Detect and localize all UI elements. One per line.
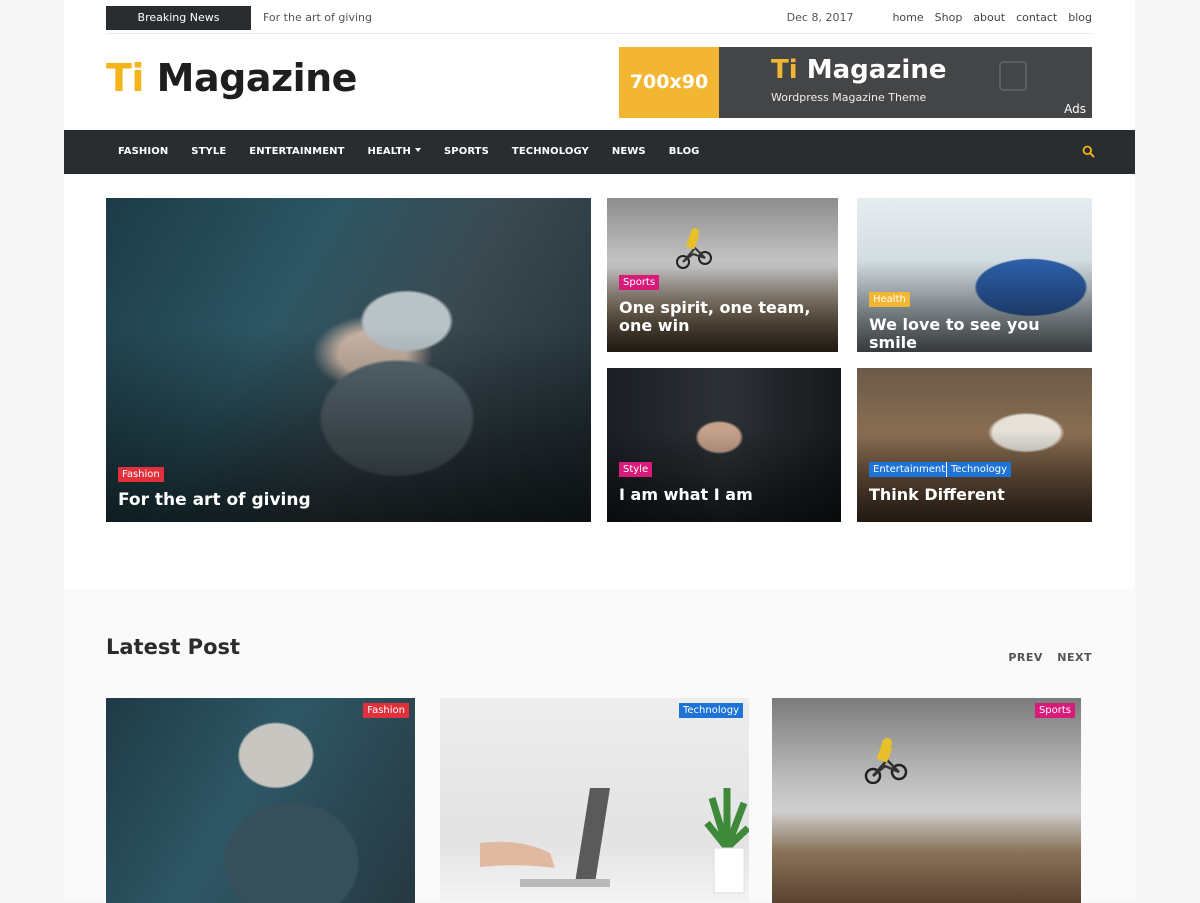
ad-brand-ti: Ti (771, 55, 798, 85)
featured-sports-title[interactable]: One spirit, one team, one win (619, 299, 831, 335)
ad-size-label: 700x90 (619, 47, 719, 118)
main-nav: FASHION STYLE ENTERTAINMENT HEALTH SPORT… (64, 130, 1135, 174)
featured-style-post[interactable]: Style I am what I am (607, 368, 841, 522)
ad-tagline: Wordpress Magazine Theme (771, 91, 927, 104)
ad-banner[interactable]: 700x90 Ti Magazine Wordpress Magazine Th… (619, 47, 1092, 118)
top-link-about[interactable]: about (973, 6, 1005, 30)
search-icon[interactable] (1082, 145, 1095, 158)
logo-name: Magazine (143, 56, 358, 100)
page: Breaking News For the art of giving Dec … (64, 0, 1135, 903)
featured-sports-post[interactable]: Sports One spirit, one team, one win (607, 198, 838, 352)
nav-item-fashion[interactable]: FASHION (118, 130, 168, 174)
post-card[interactable]: Sports (772, 698, 1081, 903)
next-button[interactable]: NEXT (1057, 651, 1092, 664)
section-heading: Latest Post (106, 635, 241, 659)
top-link-blog[interactable]: blog (1068, 6, 1092, 30)
category-badge-sports[interactable]: Sports (619, 275, 660, 290)
post-card[interactable]: Technology (440, 698, 749, 903)
category-badge-fashion[interactable]: Fashion (363, 703, 409, 718)
top-bar: Breaking News For the art of giving Dec … (106, 6, 1092, 34)
featured-think-post[interactable]: Entertainment Technology Think Different (857, 368, 1092, 522)
latest-post-section: Latest Post PREV NEXT Fashion Technology (64, 589, 1135, 903)
ad-decoration-icon (999, 61, 1027, 91)
pager: PREV NEXT (998, 651, 1092, 664)
featured-style-title[interactable]: I am what I am (619, 486, 753, 504)
ad-label: Ads (1064, 102, 1086, 116)
category-badge-health[interactable]: Health (869, 292, 910, 307)
laptop-image (480, 788, 610, 887)
top-link-contact[interactable]: contact (1016, 6, 1057, 30)
featured-main-post[interactable]: Fashion For the art of giving (106, 198, 591, 522)
breaking-news-ticker[interactable]: For the art of giving (263, 6, 372, 30)
breaking-news-label: Breaking News (106, 6, 251, 30)
featured-health-post[interactable]: Health We love to see you smile (857, 198, 1092, 352)
nav-item-news[interactable]: NEWS (612, 130, 646, 174)
ad-brand: Ti Magazine (771, 55, 946, 85)
chevron-down-icon (414, 148, 421, 152)
category-badge-technology[interactable]: Technology (946, 462, 1012, 477)
featured-main-title[interactable]: For the art of giving (118, 491, 311, 509)
nav-item-health[interactable]: HEALTH (368, 130, 421, 174)
logo-ti: Ti (106, 56, 144, 100)
featured-think-title[interactable]: Think Different (869, 486, 1005, 504)
post-card[interactable]: Fashion (106, 698, 415, 903)
category-badge-style[interactable]: Style (619, 462, 653, 477)
site-logo[interactable]: Ti Magazine (106, 56, 357, 100)
category-badge-fashion[interactable]: Fashion (118, 467, 164, 482)
top-links: Dec 8, 2017 home Shop about contact blog (787, 6, 1092, 30)
category-badge-entertainment[interactable]: Entertainment (869, 462, 950, 477)
nav-item-entertainment[interactable]: ENTERTAINMENT (249, 130, 344, 174)
ad-brand-name: Magazine (797, 55, 947, 85)
featured-health-title[interactable]: We love to see you smile (869, 316, 1084, 352)
nav-item-sports[interactable]: SPORTS (444, 130, 489, 174)
nav-item-health-label: HEALTH (367, 146, 411, 157)
prev-button[interactable]: PREV (1008, 651, 1043, 664)
nav-item-blog[interactable]: BLOG (669, 130, 700, 174)
category-badge-sports[interactable]: Sports (1034, 703, 1075, 718)
biker-image (864, 738, 908, 784)
plant-image (704, 788, 749, 894)
nav-item-style[interactable]: STYLE (191, 130, 226, 174)
top-link-home[interactable]: home (892, 6, 923, 30)
current-date: Dec 8, 2017 (786, 11, 854, 24)
nav-item-technology[interactable]: TECHNOLOGY (512, 130, 589, 174)
category-badge-technology[interactable]: Technology (678, 703, 743, 718)
top-link-shop[interactable]: Shop (935, 6, 963, 30)
